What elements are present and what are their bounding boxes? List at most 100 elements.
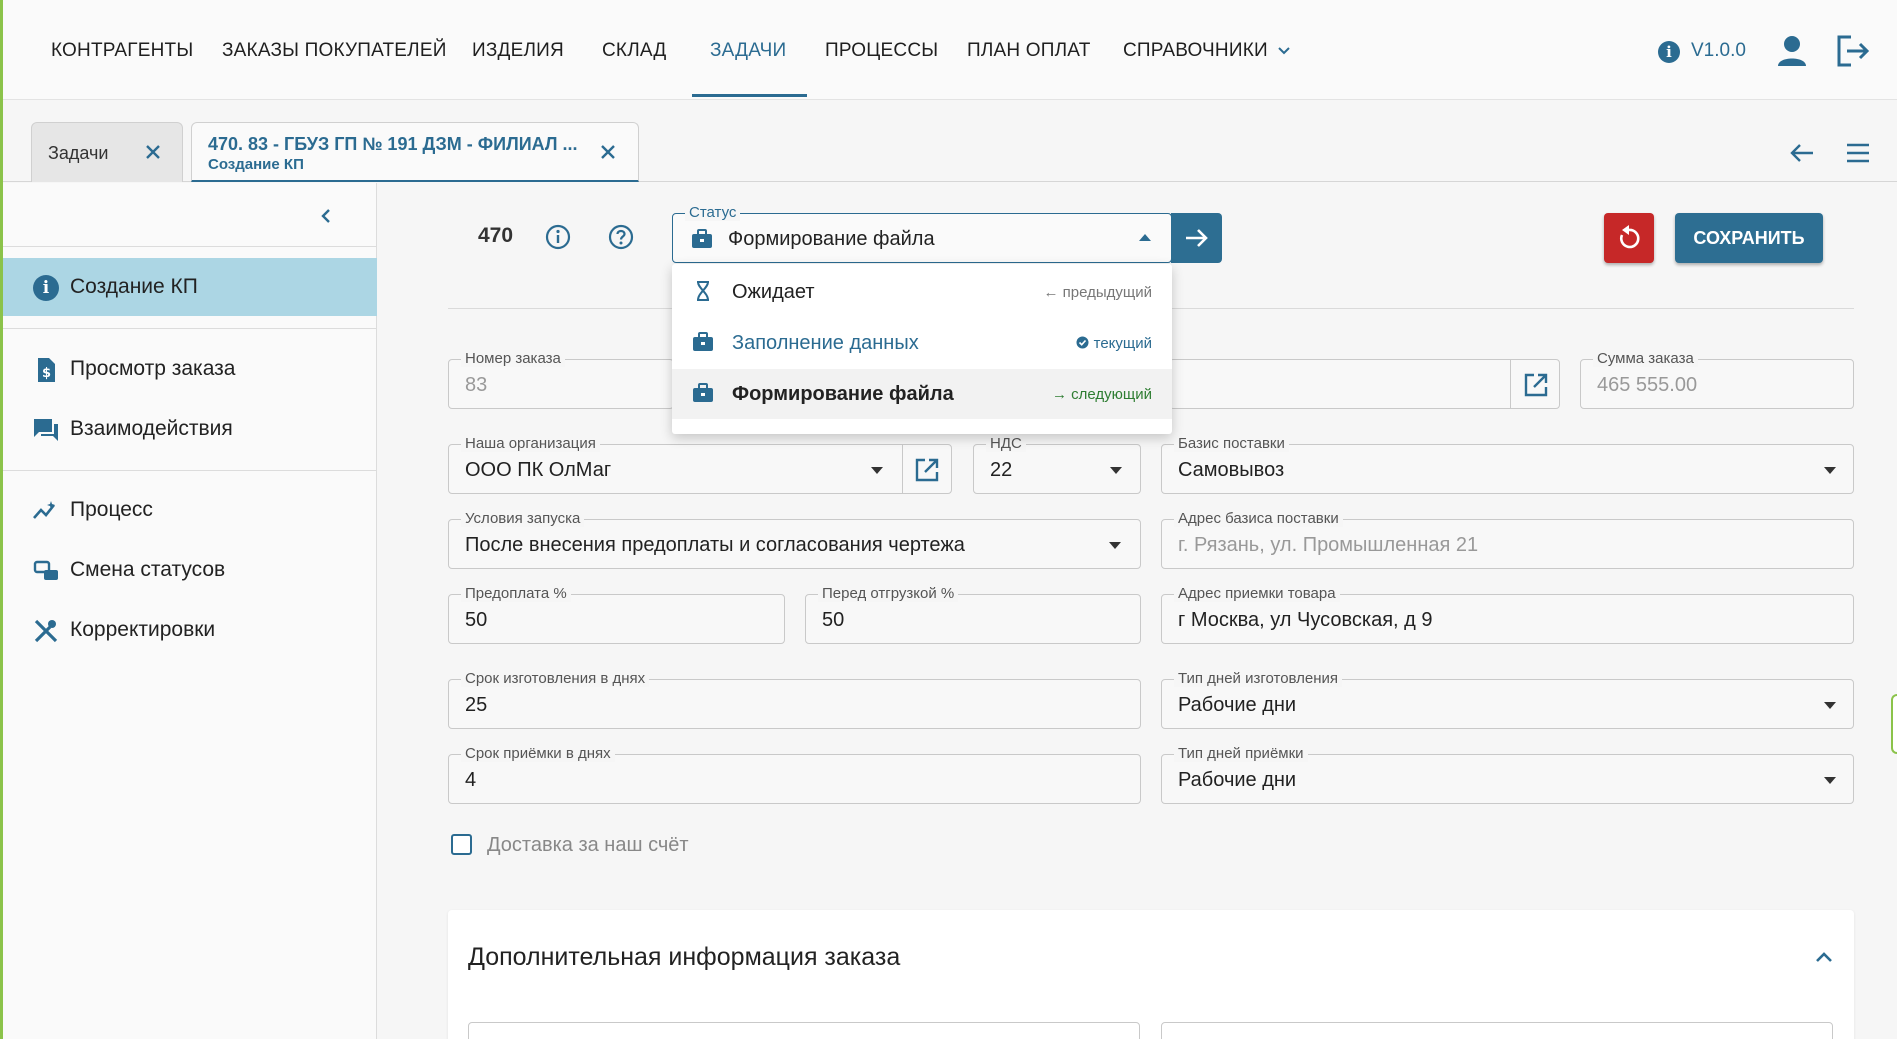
version-label[interactable]: V1.0.0: [1691, 40, 1746, 62]
invoice-dollar-icon: $: [38, 358, 55, 382]
field-separator: [902, 445, 903, 493]
back-arrow-icon[interactable]: [1789, 141, 1815, 165]
acceptance-days-type-select[interactable]: Тип дней приёмки Рабочие дни: [1161, 745, 1854, 804]
active-tab-underline: [692, 94, 807, 97]
prepayment-field[interactable]: Предоплата % 50: [448, 585, 785, 644]
top-navigation: КОНТРАГЕНТЫ ЗАКАЗЫ ПОКУПАТЕЛЕЙ ИЗДЕЛИЯ С…: [3, 0, 1897, 100]
sidebar-item-label: Смена статусов: [70, 558, 226, 581]
sidebar-item-label: Просмотр заказа: [70, 357, 236, 380]
help-icon[interactable]: [608, 224, 634, 250]
info-outline-icon[interactable]: [545, 224, 571, 250]
field-label: Предоплата %: [461, 585, 571, 602]
collapse-chevron-icon[interactable]: [317, 207, 335, 225]
option-label: Ожидает: [732, 281, 815, 303]
sidebar-item-label: Процесс: [70, 498, 153, 521]
customer-field[interactable]: [1169, 359, 1560, 409]
field-label: Тип дней приёмки: [1174, 745, 1308, 762]
order-number-field[interactable]: Номер заказа 83: [448, 350, 674, 409]
vat-select[interactable]: НДС 22: [973, 435, 1141, 494]
dropdown-arrow-icon: [871, 467, 883, 474]
dropdown-arrow-icon: [1824, 777, 1836, 784]
tabs-bar: Задачи 470. 83 - ГБУЗ ГП № 191 ДЗМ - ФИЛ…: [3, 100, 1897, 182]
status-select[interactable]: Статус Формирование файла: [672, 204, 1172, 263]
launch-conditions-select[interactable]: Условия запуска После внесения предоплат…: [448, 510, 1141, 569]
open-external-icon[interactable]: [914, 457, 940, 483]
logout-icon[interactable]: [1835, 34, 1871, 68]
briefcase-icon: [693, 332, 713, 351]
field-separator: [1510, 360, 1511, 408]
field-value: 50: [465, 609, 488, 631]
reset-button[interactable]: [1604, 213, 1654, 263]
open-external-icon[interactable]: [1523, 372, 1549, 398]
dropdown-arrow-icon: [1824, 467, 1836, 474]
nav-item-products[interactable]: ИЗДЕЛИЯ: [472, 40, 564, 62]
hourglass-icon: [697, 281, 709, 301]
sidebar-item-corrections[interactable]: Корректировки: [3, 601, 377, 659]
delivery-checkbox[interactable]: [451, 834, 472, 855]
chevron-up-icon[interactable]: [1815, 950, 1833, 964]
field-label: Адрес базиса поставки: [1174, 510, 1343, 527]
field-value: ООО ПК ОлМаг: [465, 459, 612, 481]
status-option-waiting[interactable]: Ожидает ← предыдущий: [672, 267, 1172, 317]
nav-item-processes[interactable]: ПРОЦЕССЫ: [825, 40, 938, 62]
production-days-type-select[interactable]: Тип дней изготовления Рабочие дни: [1161, 670, 1854, 729]
option-label: Заполнение данных: [732, 332, 919, 354]
organization-select[interactable]: Наша организация ООО ПК ОлМаг: [448, 435, 952, 494]
field-value: г Москва, ул Чусовская, д 9: [1178, 609, 1433, 631]
order-sum-field[interactable]: Сумма заказа 465 555.00: [1580, 350, 1854, 409]
sidebar-item-order-view[interactable]: $ Просмотр заказа: [3, 340, 377, 398]
field-value: Рабочие дни: [1178, 769, 1297, 791]
trending-icon: [33, 501, 56, 519]
status-label: Статус: [685, 204, 741, 221]
chevron-down-icon[interactable]: [1277, 44, 1291, 58]
status-dropdown-menu: Ожидает ← предыдущий Заполнение данных т…: [672, 264, 1172, 434]
status-value: Формирование файла: [728, 228, 935, 250]
acceptance-days-field[interactable]: Срок приёмки в днях 4: [448, 745, 1141, 804]
info-icon: i: [1658, 41, 1680, 63]
user-icon[interactable]: [1776, 34, 1808, 68]
tab-tasks[interactable]: Задачи: [31, 122, 183, 182]
save-button[interactable]: СОХРАНИТЬ: [1675, 213, 1823, 263]
next-status-button[interactable]: [1171, 213, 1222, 263]
option-hint: → следующий: [1051, 386, 1152, 403]
chat-icon: [34, 419, 58, 441]
sidebar: i Создание КП $ Просмотр заказа Взаимоде…: [3, 183, 377, 1039]
status-option-filling-data[interactable]: Заполнение данных текущий: [672, 318, 1172, 368]
option-hint: текущий: [1076, 335, 1152, 352]
field-value: 4: [465, 769, 477, 791]
close-icon[interactable]: [142, 141, 164, 163]
receiving-address-field[interactable]: Адрес приемки товара г Москва, ул Чусовс…: [1161, 585, 1854, 644]
additional-field[interactable]: [1161, 1022, 1833, 1039]
field-label: Адрес приемки товара: [1174, 585, 1340, 602]
delivery-basis-address-field[interactable]: Адрес базиса поставки г. Рязань, ул. Про…: [1161, 510, 1854, 569]
nav-item-references[interactable]: СПРАВОЧНИКИ: [1123, 40, 1268, 62]
nav-item-customer-orders[interactable]: ЗАКАЗЫ ПОКУПАТЕЛЕЙ: [222, 40, 447, 62]
field-value: 22: [990, 459, 1013, 481]
sidebar-item-status-changes[interactable]: Смена статусов: [3, 541, 377, 599]
side-handle[interactable]: [1891, 694, 1897, 754]
production-days-field[interactable]: Срок изготовления в днях 25: [448, 670, 1141, 729]
briefcase-icon: [692, 229, 712, 248]
menu-icon[interactable]: [1845, 142, 1871, 164]
sidebar-item-process[interactable]: Процесс: [3, 481, 377, 539]
before-shipment-field[interactable]: Перед отгрузкой % 50: [805, 585, 1141, 644]
field-value: 25: [465, 694, 488, 716]
field-label: Базис поставки: [1174, 435, 1289, 452]
field-label: НДС: [986, 435, 1026, 452]
close-icon[interactable]: [597, 141, 619, 163]
nav-item-tasks[interactable]: ЗАДАЧИ: [710, 40, 786, 62]
delivery-basis-select[interactable]: Базис поставки Самовывоз: [1161, 435, 1854, 494]
delivery-checkbox-label[interactable]: Доставка за наш счёт: [487, 834, 689, 857]
sidebar-item-label: Взаимодействия: [70, 417, 233, 440]
nav-item-payment-plan[interactable]: ПЛАН ОПЛАТ: [967, 40, 1091, 62]
additional-field[interactable]: [468, 1022, 1140, 1039]
status-option-forming-file[interactable]: Формирование файла → следующий: [672, 369, 1172, 419]
field-value: После внесения предоплаты и согласования…: [465, 534, 965, 556]
field-label: Перед отгрузкой %: [818, 585, 959, 602]
nav-item-warehouse[interactable]: СКЛАД: [602, 40, 666, 62]
sidebar-item-create-kp[interactable]: i Создание КП: [3, 258, 377, 316]
field-value: 83: [465, 374, 488, 396]
tab-create-kp[interactable]: 470. 83 - ГБУЗ ГП № 191 ДЗМ - ФИЛИАЛ ...…: [191, 122, 639, 182]
nav-item-contractors[interactable]: КОНТРАГЕНТЫ: [51, 40, 193, 62]
sidebar-item-interactions[interactable]: Взаимодействия: [3, 400, 377, 458]
